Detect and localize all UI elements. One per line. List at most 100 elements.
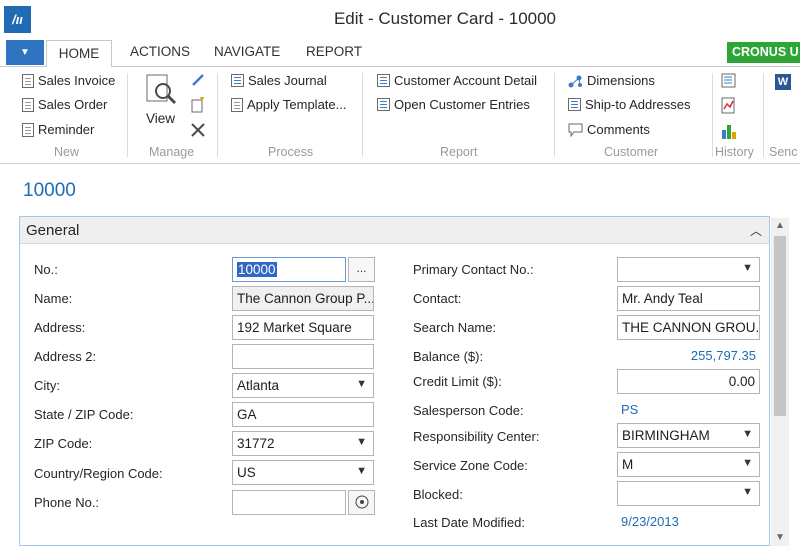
city-value: Atlanta — [237, 378, 280, 393]
group-label-customer: Customer — [604, 145, 659, 159]
state-field[interactable]: GA — [232, 402, 374, 427]
chevron-down-icon: ▼ — [356, 378, 367, 390]
tab-home[interactable]: HOME — [46, 40, 112, 68]
apply-template-label: Apply Template... — [247, 97, 347, 112]
no-field[interactable]: 10000 — [232, 257, 346, 282]
edit-pencil-icon[interactable] — [191, 73, 205, 87]
new-document-icon[interactable] — [191, 97, 205, 113]
tab-actions[interactable]: ACTIONS — [130, 44, 190, 59]
fasttab-title: General — [26, 222, 80, 239]
country-region-label: Country/Region Code: — [34, 466, 163, 481]
contact-label: Contact: — [413, 291, 462, 306]
group-label-history: History — [715, 145, 754, 159]
vertical-scrollbar[interactable]: ▲ ▼ — [771, 218, 789, 546]
word-icon[interactable]: W — [775, 74, 791, 90]
primary-contact-no-select[interactable]: ▼ — [617, 257, 760, 282]
responsibility-center-select[interactable]: BIRMINGHAM ▼ — [617, 423, 760, 448]
primary-contact-no-label: Primary Contact No.: — [413, 262, 534, 277]
sales-invoice-icon — [22, 73, 34, 88]
sales-order-icon — [22, 97, 34, 112]
zip-code-value: 31772 — [237, 436, 275, 451]
group-divider — [554, 73, 555, 157]
country-region-value: US — [237, 465, 256, 480]
service-zone-code-value: M — [622, 457, 634, 472]
application-menu-button[interactable]: ▼ — [6, 40, 44, 65]
ship-to-addresses-button[interactable]: Ship-to Addresses — [568, 97, 691, 112]
fasttab-header[interactable]: General ︿ — [20, 217, 769, 244]
no-value: 10000 — [237, 262, 277, 277]
apply-template-icon — [231, 97, 243, 112]
blocked-select[interactable]: ▼ — [617, 481, 760, 506]
tab-report[interactable]: REPORT — [306, 44, 362, 59]
group-label-new: New — [54, 145, 80, 159]
search-name-field[interactable]: THE CANNON GROU... — [617, 315, 760, 340]
group-divider — [362, 73, 363, 157]
address-field[interactable]: 192 Market Square — [232, 315, 374, 340]
apply-template-button[interactable]: Apply Template... — [231, 97, 346, 112]
sales-journal-button[interactable]: Sales Journal — [231, 73, 327, 88]
view-button[interactable]: View — [143, 73, 183, 135]
comments-button[interactable]: Comments — [568, 122, 650, 137]
address-2-field[interactable] — [232, 344, 374, 369]
last-date-modified-value: 9/23/2013 — [621, 514, 679, 529]
comments-icon — [568, 123, 583, 137]
customer-account-detail-button[interactable]: Customer Account Detail — [377, 73, 537, 88]
scroll-up-icon[interactable]: ▲ — [775, 220, 785, 231]
reminder-icon — [22, 122, 34, 137]
credit-limit-field[interactable]: 0.00 — [617, 369, 760, 394]
sales-invoice-button[interactable]: Sales Invoice — [22, 73, 115, 88]
service-zone-code-label: Service Zone Code: — [413, 458, 528, 473]
report-icon — [377, 98, 390, 111]
group-divider — [127, 73, 128, 157]
open-customer-entries-button[interactable]: Open Customer Entries — [377, 97, 530, 112]
no-label: No.: — [34, 262, 58, 277]
view-magnifier-icon — [146, 74, 177, 105]
group-divider — [217, 73, 218, 157]
dimensions-icon — [568, 75, 582, 87]
title-bar: /ıı Edit - Customer Card - 10000 — [0, 0, 800, 38]
ship-to-addresses-label: Ship-to Addresses — [585, 97, 691, 112]
chevron-down-icon: ▼ — [356, 465, 367, 477]
dimensions-label: Dimensions — [587, 73, 655, 88]
sales-order-button[interactable]: Sales Order — [22, 97, 107, 112]
contact-field[interactable]: Mr. Andy Teal — [617, 286, 760, 311]
salesperson-code-link[interactable]: PS — [621, 402, 638, 417]
history-table-icon[interactable] — [721, 73, 737, 89]
service-zone-code-select[interactable]: M ▼ — [617, 452, 760, 477]
company-badge: CRONUS U — [727, 42, 800, 63]
group-divider — [763, 73, 764, 157]
name-label: Name: — [34, 291, 73, 306]
phone-no-field[interactable] — [232, 490, 346, 515]
address-2-label: Address 2: — [34, 349, 97, 364]
phone-dial-button[interactable] — [348, 490, 375, 515]
chevron-down-icon: ▼ — [742, 457, 753, 469]
scrollbar-thumb[interactable] — [774, 236, 786, 416]
no-assist-button[interactable]: ... — [348, 257, 375, 282]
collapse-chevron-icon[interactable]: ︿ — [750, 222, 762, 239]
phone-icon — [355, 495, 368, 509]
city-label: City: — [34, 378, 60, 393]
tab-navigate[interactable]: NAVIGATE — [214, 44, 280, 59]
group-label-send: Senc — [769, 145, 798, 159]
reminder-label: Reminder — [38, 122, 95, 137]
history-bars-icon[interactable] — [721, 122, 737, 140]
credit-limit-label: Credit Limit ($): — [413, 374, 502, 389]
zip-code-select[interactable]: 31772 ▼ — [232, 431, 374, 456]
group-label-process: Process — [268, 145, 314, 159]
sales-journal-label: Sales Journal — [248, 73, 327, 88]
group-label-report: Report — [440, 145, 478, 159]
chevron-down-icon: ▼ — [742, 262, 753, 274]
reminder-button[interactable]: Reminder — [22, 122, 94, 137]
dimensions-button[interactable]: Dimensions — [568, 73, 655, 88]
delete-x-icon[interactable] — [190, 122, 206, 138]
history-chart-icon[interactable] — [721, 97, 737, 115]
city-select[interactable]: Atlanta ▼ — [232, 373, 374, 398]
name-field[interactable]: The Cannon Group P... — [232, 286, 374, 311]
scroll-down-icon[interactable]: ▼ — [775, 532, 785, 543]
search-name-label: Search Name: — [413, 320, 497, 335]
page-title: 10000 — [23, 180, 76, 201]
balance-link[interactable]: 255,797.35 — [650, 348, 756, 363]
chevron-down-icon: ▼ — [742, 428, 753, 440]
country-region-select[interactable]: US ▼ — [232, 460, 374, 485]
sales-invoice-label: Sales Invoice — [38, 73, 116, 88]
